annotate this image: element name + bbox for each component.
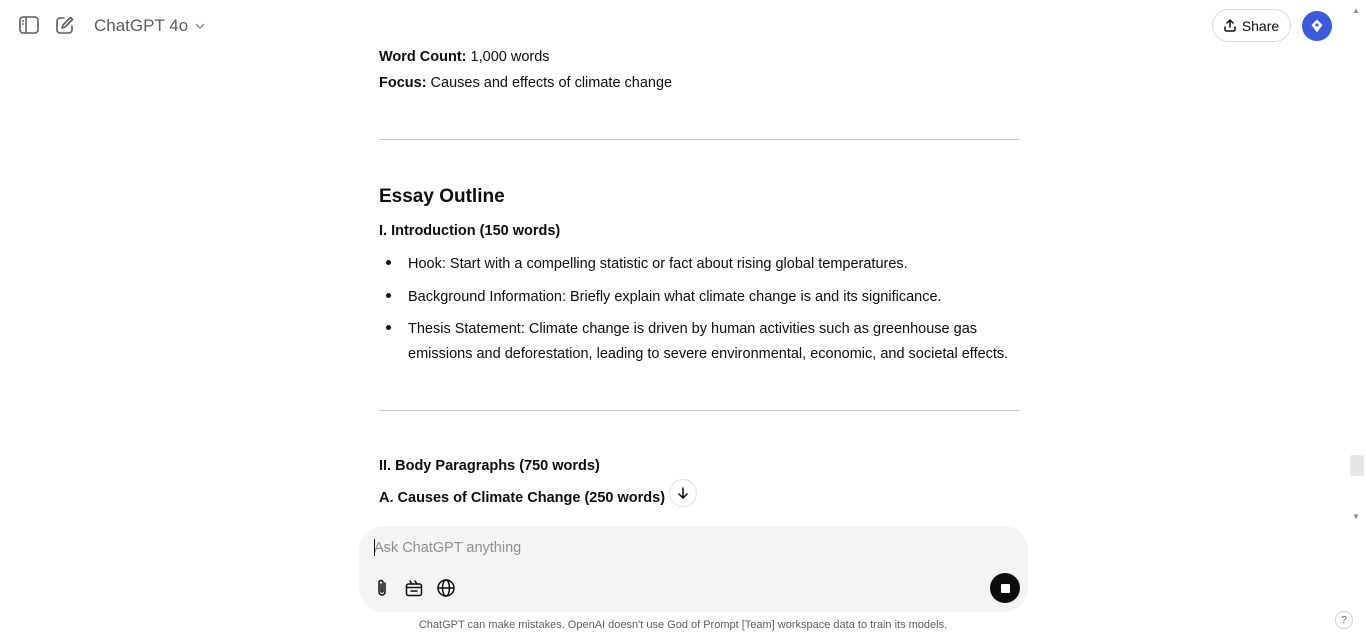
intro-heading: I. Introduction (150 words) [379,223,561,239]
disclaimer: ChatGPT can make mistakes. OpenAI doesn'… [418,619,948,631]
new-chat-icon [56,16,74,34]
attach-icon [378,579,386,596]
sidebar-toggle-button[interactable] [16,12,42,38]
help-button[interactable]: ? [1335,611,1353,629]
stop-icon [1000,583,1010,593]
avatar-icon [1311,19,1323,33]
composer [359,526,1028,612]
scroll-up-arrow-icon[interactable]: ▲ [1352,6,1360,15]
attach-button[interactable] [370,576,394,600]
meta-label: Focus: [379,75,427,91]
body-heading: II. Body Paragraphs (750 words) [379,458,600,474]
bullet-dot [386,260,391,265]
model-name: ChatGPT 4o [94,16,189,35]
divider [379,410,1020,411]
share-icon [1224,19,1236,32]
share-button[interactable]: Share [1212,9,1291,42]
meta-value: Causes and effects of climate change [426,75,673,91]
tools-button[interactable] [402,576,426,600]
tools-icon [405,580,423,597]
prompt-input[interactable] [374,536,974,560]
meta-value: 1,000 words [466,49,550,65]
bullet-dot [386,325,391,330]
model-selector[interactable]: ChatGPT 4o [86,12,214,40]
outline-title: Essay Outline [379,186,505,207]
chevron-down-icon [195,23,205,30]
assistant-message: Word Count: 1,000 words Focus: Causes an… [379,0,1020,521]
scrollbar-thumb[interactable] [1350,455,1364,476]
globe-icon [437,579,455,597]
meta-label: Word Count: [379,49,467,65]
sidebar-toggle-icon [19,16,39,34]
word-count-line: Word Count: 1,000 words [379,49,550,65]
search-web-button[interactable] [434,576,458,600]
divider [379,139,1020,140]
causes-heading: A. Causes of Climate Change (250 words) [379,490,666,506]
focus-line: Focus: Causes and effects of climate cha… [379,75,672,91]
list-item-text: Thesis Statement: Climate change is driv… [408,321,1009,362]
scroll-down-arrow-icon[interactable]: ▼ [1352,512,1360,521]
bullet-dot [386,293,391,298]
share-label: Share [1241,17,1280,34]
text-caret [374,539,375,556]
list-item-text: Background Information: Briefly explain … [408,289,942,305]
list-item-text: Hook: Start with a compelling statistic … [408,256,908,272]
stop-generating-button[interactable] [990,573,1020,603]
new-chat-button[interactable] [52,12,78,38]
arrow-down-icon [678,487,688,499]
scroll-to-bottom-button[interactable] [669,479,697,507]
avatar[interactable] [1302,11,1332,41]
